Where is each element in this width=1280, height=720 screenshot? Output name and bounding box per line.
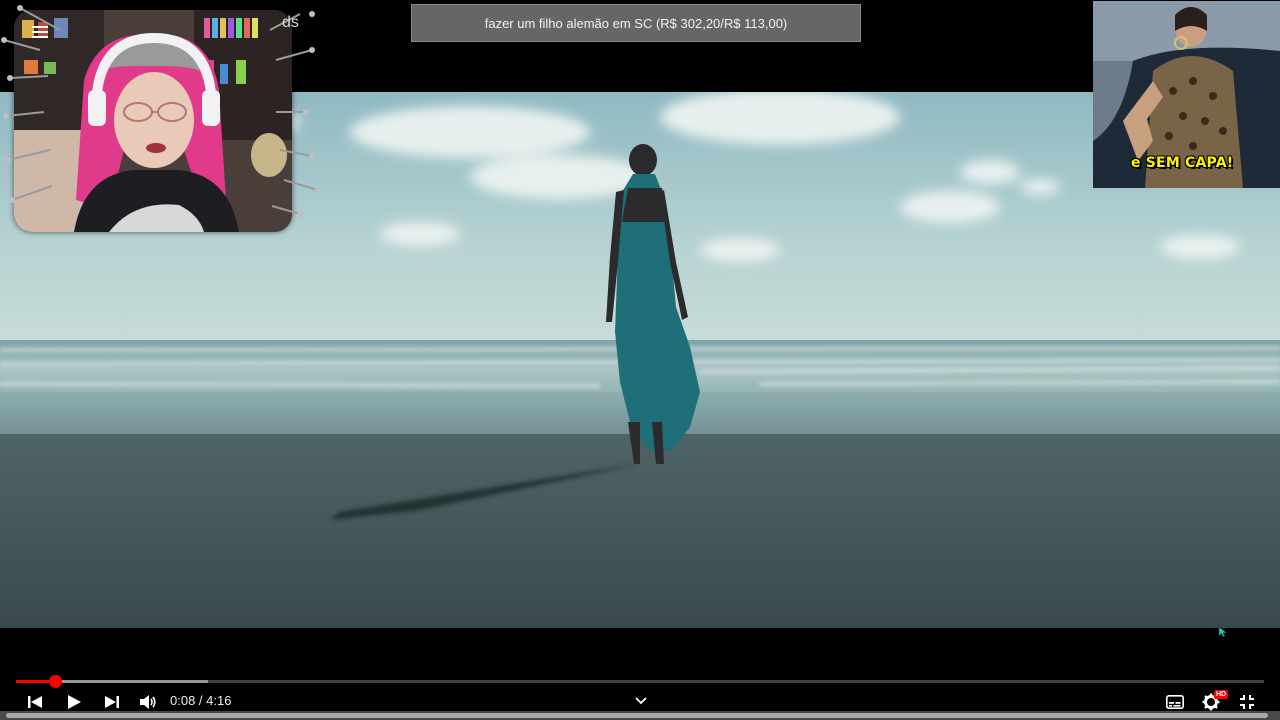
play-icon [68,695,81,709]
skip-previous-icon [28,696,42,708]
subtitles-icon [1166,695,1184,709]
current-time: 0:08 [170,693,196,708]
volume-icon [140,695,156,709]
meme-overlay: e SEM CAPA! [1093,1,1280,188]
next-button[interactable] [98,691,126,713]
video-player[interactable]: fazer um filho alemão em SC (R$ 302,20/R… [0,0,1280,720]
time-display: 0:08 / 4:16 [170,693,231,708]
progress-bar[interactable] [16,675,1264,688]
skip-next-icon [105,696,119,708]
hd-badge: HD [1214,690,1229,699]
mouse-cursor-icon [1218,626,1228,638]
goal-banner: fazer um filho alemão em SC (R$ 302,20/R… [411,4,861,42]
exit-fullscreen-button[interactable] [1233,691,1261,713]
chevron-down-icon [635,697,647,705]
duration: 4:16 [206,693,232,708]
webcam-frame-decor [1,5,321,217]
fullscreen-exit-icon [1240,695,1254,709]
previous-button[interactable] [21,691,49,713]
settings-button[interactable]: HD [1197,690,1229,713]
goal-banner-text: fazer um filho alemão em SC (R$ 302,20/R… [484,15,788,31]
scrollbar-thumb[interactable] [6,713,1268,718]
time-separator: / [195,693,207,708]
progress-scrubber[interactable] [48,675,62,688]
webcam-corner-text: ds [282,14,299,31]
chapters-button[interactable] [627,690,655,712]
meme-caption: e SEM CAPA! [1131,155,1234,171]
play-button[interactable] [60,691,88,713]
subtitles-button[interactable] [1161,691,1189,713]
volume-button[interactable] [134,691,162,713]
horizontal-scrollbar[interactable] [0,711,1280,720]
